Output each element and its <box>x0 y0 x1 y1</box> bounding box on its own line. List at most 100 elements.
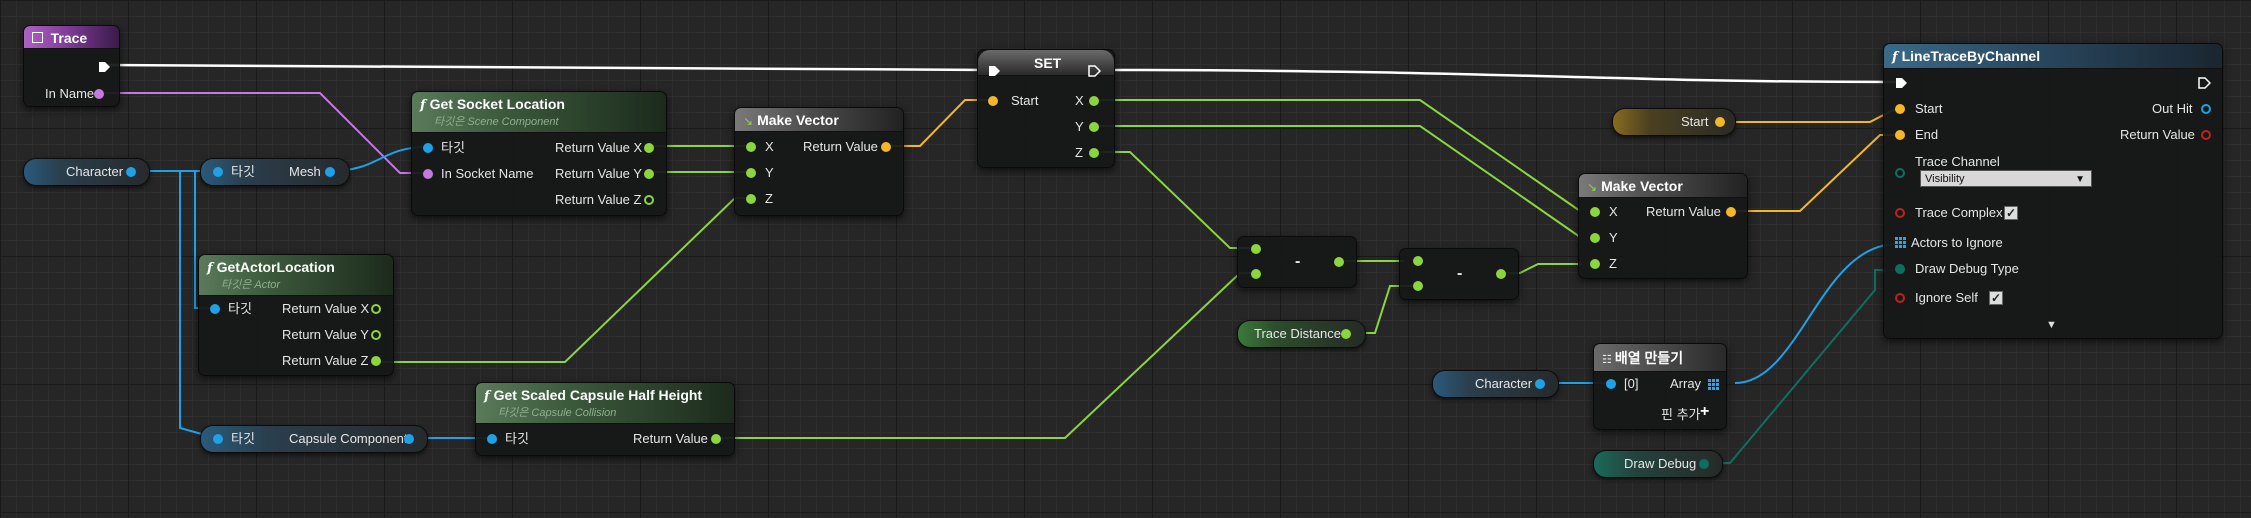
socket-return-y-pin[interactable] <box>644 169 654 179</box>
actorloc-return-z-pin[interactable] <box>371 356 381 366</box>
mv2-y-pin[interactable] <box>1590 233 1600 243</box>
mv2-return-label: Return Value <box>1646 204 1721 219</box>
halfheight-return-pin[interactable] <box>711 434 721 444</box>
actorloc-return-x-label: Return Value X <box>282 301 370 316</box>
set-y-pin[interactable] <box>1089 122 1099 132</box>
capsule-half-height-title: Get Scaled Capsule Half Height <box>493 387 703 403</box>
set-node[interactable]: SET Start X Y Z <box>977 49 1115 168</box>
capsule-out-pin[interactable] <box>404 434 414 444</box>
get-capsule-half-height-node[interactable]: f Get Scaled Capsule Half Height 타깃은 Caps… <box>475 382 735 456</box>
character-variable-node[interactable]: Character <box>23 158 150 186</box>
linetrace-exec-out-pin[interactable] <box>2198 77 2211 89</box>
mesh-out-pin[interactable] <box>325 167 335 177</box>
in-name-pin[interactable] <box>94 89 104 99</box>
sub1-out-pin[interactable] <box>1334 257 1344 267</box>
trace-distance-variable-node[interactable]: Trace Distance <box>1237 320 1366 348</box>
array-item0-pin[interactable] <box>1606 379 1616 389</box>
set-x-pin[interactable] <box>1089 96 1099 106</box>
linetrace-trace-complex-pin[interactable] <box>1895 208 1905 218</box>
set-x-label: X <box>1075 93 1084 108</box>
mv1-z-label: Z <box>765 191 773 206</box>
mv2-x-pin[interactable] <box>1590 207 1600 217</box>
linetrace-ignore-self-pin[interactable] <box>1895 293 1905 303</box>
socket-name-pin[interactable] <box>423 169 433 179</box>
line-trace-by-channel-node[interactable]: f LineTraceByChannel Start End Trace Chan… <box>1883 43 2223 339</box>
character-out-pin[interactable] <box>126 167 136 177</box>
set-exec-in-pin[interactable] <box>988 65 1001 77</box>
get-actor-location-node[interactable]: f GetActorLocation 타깃은 Actor 타깃 Return Va… <box>198 254 394 376</box>
start-variable-node[interactable]: Start <box>1612 108 1736 136</box>
linetrace-start-pin[interactable] <box>1895 104 1905 114</box>
character-2-out-pin[interactable] <box>1535 379 1545 389</box>
linetrace-return-label: Return Value <box>2120 127 2195 142</box>
make-array-icon: ☷ <box>1602 354 1612 366</box>
start-variable-out-pin[interactable] <box>1715 117 1725 127</box>
mv2-return-pin[interactable] <box>1726 207 1736 217</box>
linetrace-exec-in-pin[interactable] <box>1895 77 1908 89</box>
mesh-getter-node[interactable]: 타깃 Mesh <box>200 158 350 186</box>
make-array-header: ☷ 배열 만들기 <box>1594 344 1726 372</box>
mv2-z-pin[interactable] <box>1590 259 1600 269</box>
draw-debug-out-pin[interactable] <box>1699 459 1709 469</box>
mesh-target-pin[interactable] <box>213 167 223 177</box>
mv1-x-pin[interactable] <box>746 142 756 152</box>
wire-array-to-actors-ignore <box>1734 243 1898 384</box>
set-exec-out-pin[interactable] <box>1088 65 1101 77</box>
subtract-node-1[interactable]: - <box>1237 236 1357 288</box>
linetrace-actors-ignore-label: Actors to Ignore <box>1911 235 2003 250</box>
line-trace-title: LineTraceByChannel <box>1901 48 2041 64</box>
subtract-node-2[interactable]: - <box>1399 248 1519 300</box>
wire-halfheight-to-sub1 <box>714 272 1254 439</box>
linetrace-actors-ignore-pin[interactable] <box>1895 237 1906 248</box>
linetrace-return-pin[interactable] <box>2201 130 2211 140</box>
make-array-node[interactable]: ☷ 배열 만들기 [0] Array 핀 추가 + <box>1593 343 1727 430</box>
trace-distance-out-pin[interactable] <box>1341 329 1351 339</box>
set-start-pin[interactable] <box>988 96 998 106</box>
capsule-target-pin[interactable] <box>213 434 223 444</box>
linetrace-trace-channel-pin[interactable] <box>1895 168 1905 178</box>
halfheight-target-pin[interactable] <box>487 434 497 444</box>
make-vector-node-2[interactable]: ↘ Make Vector X Y Z Return Value <box>1578 173 1748 279</box>
socket-return-z-pin[interactable] <box>644 195 654 205</box>
linetrace-draw-debug-pin[interactable] <box>1895 264 1905 274</box>
add-pin-label[interactable]: 핀 추가 <box>1661 407 1701 423</box>
ignore-self-checkbox[interactable]: ✓ <box>1989 291 2003 305</box>
mv1-y-label: Y <box>765 165 774 180</box>
socket-return-x-pin[interactable] <box>644 143 654 153</box>
capsule-getter-node[interactable]: 타깃 Capsule Component <box>200 425 428 453</box>
wire-mv2-to-linetrace-end <box>1729 134 1897 212</box>
mv1-return-pin[interactable] <box>881 142 891 152</box>
actorloc-return-y-pin[interactable] <box>371 330 381 340</box>
array-out-pin[interactable] <box>1708 379 1719 390</box>
capsule-target-label: 타깃 <box>231 431 255 446</box>
linetrace-out-hit-pin[interactable] <box>2201 104 2211 114</box>
set-start-label: Start <box>1011 93 1039 108</box>
sub1-a-pin[interactable] <box>1251 244 1261 254</box>
actorloc-target-pin[interactable] <box>210 304 220 314</box>
in-name-label: In Name <box>45 86 95 101</box>
character-variable-node-2[interactable]: Character <box>1432 370 1559 398</box>
make-vector-node-1[interactable]: ↘ Make Vector X Y Z Return Value <box>734 107 904 216</box>
socket-target-pin[interactable] <box>423 143 433 153</box>
socket-name-label: In Socket Name <box>441 166 534 181</box>
mv2-y-label: Y <box>1609 230 1618 245</box>
sub2-out-pin[interactable] <box>1496 269 1506 279</box>
draw-debug-variable-node[interactable]: Draw Debug <box>1593 450 1723 478</box>
socket-return-z-label: Return Value Z <box>555 192 642 207</box>
linetrace-end-pin[interactable] <box>1895 130 1905 140</box>
expand-arrow-icon[interactable]: ▼ <box>2046 319 2057 331</box>
trace-event-node[interactable]: Trace In Name <box>23 25 120 107</box>
exec-out-pin[interactable] <box>98 61 111 73</box>
trace-complex-checkbox[interactable]: ✓ <box>2004 206 2018 220</box>
sub2-b-pin[interactable] <box>1413 281 1423 291</box>
actorloc-return-x-pin[interactable] <box>371 304 381 314</box>
add-pin-plus-icon[interactable]: + <box>1700 403 1709 421</box>
sub1-b-pin[interactable] <box>1251 269 1261 279</box>
set-z-pin[interactable] <box>1089 148 1099 158</box>
sub2-a-pin[interactable] <box>1413 256 1423 266</box>
trace-channel-dropdown[interactable]: Visibility ▼ <box>1920 170 2092 187</box>
mv1-y-pin[interactable] <box>746 168 756 178</box>
mv1-z-pin[interactable] <box>746 194 756 204</box>
get-socket-location-node[interactable]: f Get Socket Location 타깃은 Scene Component… <box>411 91 667 216</box>
make-vector-2-title: Make Vector <box>1601 178 1683 194</box>
